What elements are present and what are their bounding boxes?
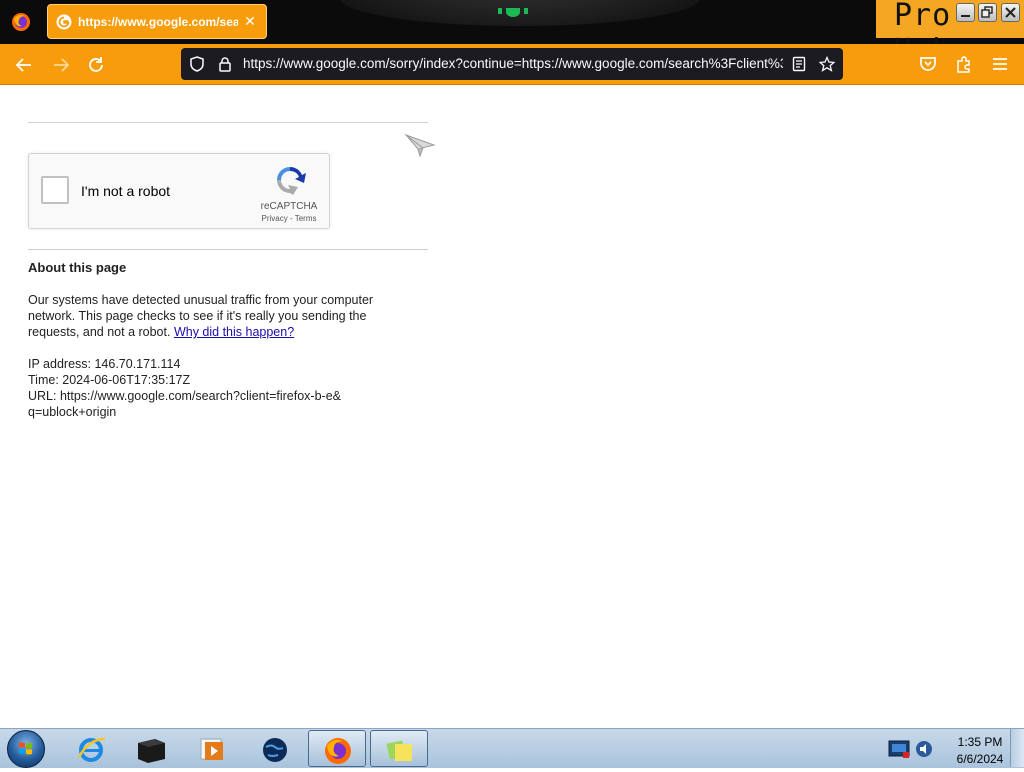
show-desktop-button[interactable] bbox=[1010, 729, 1024, 767]
divider-top bbox=[28, 122, 428, 123]
minimize-icon bbox=[961, 15, 970, 17]
why-did-this-happen-link[interactable]: Why did this happen? bbox=[174, 325, 294, 339]
system-tray: 1:35 PM 6/6/2024 bbox=[884, 730, 1024, 767]
page-content: I'm not a robot reCAPTCHA Privacy - Term… bbox=[0, 85, 1024, 728]
pro-hub-banner: Pro Hub bbox=[876, 0, 1024, 68]
recaptcha-logo-icon bbox=[277, 167, 306, 195]
windows-logo-icon bbox=[19, 742, 32, 755]
black-box-app-icon bbox=[138, 739, 165, 763]
google-favicon-icon bbox=[56, 14, 72, 30]
green-indicator-icon bbox=[498, 8, 528, 17]
internet-explorer-icon bbox=[77, 737, 106, 762]
recaptcha-privacy-terms-links[interactable]: Privacy - Terms bbox=[251, 214, 327, 223]
pocket-icon[interactable] bbox=[918, 54, 938, 74]
lock-icon[interactable] bbox=[217, 56, 233, 72]
tab-close-icon[interactable]: ✕ bbox=[242, 13, 258, 29]
sticky-notes-icon bbox=[386, 740, 412, 761]
taskbar-globe-app[interactable] bbox=[246, 730, 304, 767]
firefox-icon[interactable] bbox=[11, 12, 31, 32]
about-text: Our systems have detected unusual traffi… bbox=[28, 292, 408, 340]
taskbar: 1:35 PM 6/6/2024 bbox=[0, 728, 1024, 768]
puzzle-icon[interactable] bbox=[954, 54, 974, 74]
taskbar-internet-explorer[interactable] bbox=[62, 730, 120, 767]
speaker-icon[interactable] bbox=[914, 739, 934, 759]
arrow-right-icon[interactable] bbox=[50, 54, 72, 76]
firefox-icon bbox=[325, 738, 351, 764]
clock-date[interactable]: 6/6/2024 bbox=[950, 752, 1010, 766]
paper-plane-icon bbox=[404, 133, 436, 157]
reload-icon[interactable] bbox=[85, 54, 107, 76]
network-monitor-icon[interactable] bbox=[888, 738, 910, 760]
star-icon[interactable] bbox=[819, 56, 835, 72]
request-time: Time: 2024-06-06T17:35:17Z bbox=[28, 373, 191, 387]
shield-icon[interactable] bbox=[189, 56, 205, 72]
ip-address: IP address: 146.70.171.114 bbox=[28, 357, 181, 371]
recaptcha-brand: reCAPTCHA bbox=[260, 201, 318, 212]
restore-button[interactable] bbox=[978, 3, 997, 22]
clock-time[interactable]: 1:35 PM bbox=[950, 735, 1010, 749]
restore-icon bbox=[981, 6, 993, 18]
tab-active[interactable]: https://www.google.com/search?client=fir… bbox=[47, 4, 267, 39]
taskbar-media-player[interactable] bbox=[184, 730, 242, 767]
taskbar-firefox[interactable] bbox=[308, 730, 366, 767]
url-text[interactable]: https://www.google.com/sorry/index?conti… bbox=[243, 56, 783, 74]
browser-tab-strip: https://www.google.com/search?client=fir… bbox=[0, 0, 1024, 68]
start-button[interactable] bbox=[7, 730, 45, 768]
request-url-line2: q=ublock+origin bbox=[28, 405, 117, 419]
reader-view-icon[interactable] bbox=[791, 56, 807, 72]
taskbar-black-box-app[interactable] bbox=[122, 730, 180, 767]
recaptcha-checkbox[interactable] bbox=[41, 176, 69, 204]
minimize-button[interactable] bbox=[956, 3, 975, 22]
close-icon bbox=[1005, 7, 1016, 18]
divider-bottom bbox=[28, 249, 428, 250]
navigation-toolbar: https://www.google.com/sorry/index?conti… bbox=[0, 44, 1024, 85]
tab-title: https://www.google.com/search?client=fir… bbox=[78, 15, 238, 29]
arrow-left-icon[interactable] bbox=[13, 54, 35, 76]
globe-icon bbox=[263, 738, 287, 762]
request-url-line1: URL: https://www.google.com/search?clien… bbox=[28, 389, 341, 403]
recaptcha-label: I'm not a robot bbox=[81, 183, 171, 199]
recaptcha-widget: I'm not a robot reCAPTCHA Privacy - Term… bbox=[28, 153, 330, 229]
media-player-icon bbox=[200, 738, 223, 760]
about-title: About this page bbox=[28, 260, 127, 275]
hamburger-menu-icon[interactable] bbox=[990, 54, 1010, 74]
url-bar[interactable]: https://www.google.com/sorry/index?conti… bbox=[181, 48, 843, 80]
close-window-button[interactable] bbox=[1001, 3, 1020, 22]
taskbar-sticky-notes[interactable] bbox=[370, 730, 428, 767]
